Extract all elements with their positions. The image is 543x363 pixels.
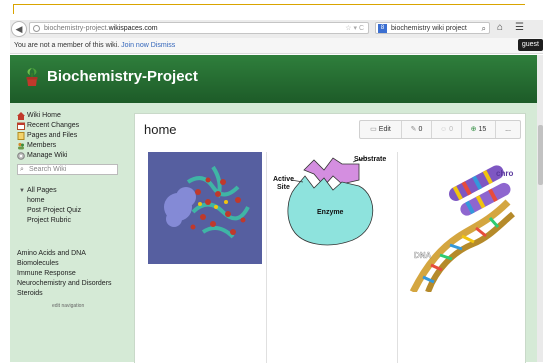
enzyme-image-cell: Substrate Active Site Enzyme [266,152,397,363]
edit-navigation-link[interactable]: edit navigation [17,303,122,309]
sidebar-item-label: Recent Changes [27,122,80,129]
sidebar-item-wiki-home[interactable]: Wiki Home [17,111,122,121]
url-icons[interactable]: ☆ ▾ C [345,23,364,35]
wiki-search-placeholder: Search Wiki [29,166,67,173]
all-pages-toggle[interactable]: ▼ All Pages [17,186,122,196]
search-engine-icon[interactable]: 8 [378,24,387,33]
page-action-bar: ▭ Edit ✎ 0 ☺ 0 ⊕ 15 ... [359,120,521,139]
image-gallery: Substrate Active Site Enzyme chro DNA [145,152,517,363]
sidebar: Wiki Home Recent Changes Pages and Files… [17,111,122,309]
sidebar-item-label: Wiki Home [27,112,61,119]
topic-link[interactable]: Biomolecules [17,259,122,269]
page-link-home[interactable]: home [17,196,122,206]
dna-label: DNA [414,251,432,260]
protein-structure-image [148,152,262,264]
more-button[interactable]: ... [496,121,520,138]
guest-badge[interactable]: guest [517,39,543,51]
sidebar-item-members[interactable]: Members [17,141,122,151]
orange-frame-line-left [13,4,14,14]
edit-label: Edit [378,126,391,133]
membership-text: You are not a member of this wiki. [14,42,120,49]
calendar-icon [17,122,25,130]
content-panel: home ▭ Edit ✎ 0 ☺ 0 ⊕ 15 ... Substrate A… [134,113,526,363]
comment-icon: ✎ [410,126,417,133]
comments-count: 0 [418,126,423,133]
dismiss-link[interactable]: Dismiss [151,42,176,49]
browser-toolbar: ◀ biochemistry-project.wikispaces.com ☆ … [10,20,543,39]
topic-list: Amino Acids and DNA Biomolecules Immune … [17,249,122,299]
join-now-link[interactable]: Join now [121,42,149,49]
url-host: wikispaces.com [108,25,158,32]
wiki-search-input[interactable]: ⌕ Search Wiki [17,164,118,175]
edit-button[interactable]: ▭ Edit [360,121,402,138]
scrollbar-thumb[interactable] [538,125,543,185]
substrate-label: Substrate [354,156,386,163]
search-icon: ⌕ [20,166,24,173]
membership-bar: You are not a member of this wiki. Join … [10,38,543,54]
dna-image-cell: chro DNA [397,152,518,363]
orange-frame-line [13,4,525,5]
enzyme-label: Enzyme [317,209,344,216]
watch-icon: ⊕ [470,126,477,133]
page-link-project-rubric[interactable]: Project Rubric [17,216,122,226]
triangle-down-icon: ▼ [19,188,25,194]
page-scrollbar[interactable] [537,55,543,362]
dna-chromosome-image: chro DNA [409,165,515,292]
manage-icon [17,152,25,160]
back-button[interactable]: ◀ [11,21,27,37]
page-link-post-project-quiz[interactable]: Post Project Quiz [17,206,122,216]
edit-page-icon: ▭ [370,126,377,133]
sidebar-item-manage-wiki[interactable]: Manage Wiki [17,151,122,161]
site-title[interactable]: Biochemistry-Project [47,68,198,85]
site-label: Site [277,184,290,191]
watch-count: 15 [478,126,487,133]
sidebar-item-label: Members [27,142,57,149]
menu-icon[interactable]: ☰ [515,22,524,34]
home-icon [17,112,25,120]
chromosome-label: chro [496,169,513,178]
all-pages-label: All Pages [27,187,57,194]
globe-icon [33,25,40,32]
watch-button[interactable]: ⊕ 15 [462,121,496,138]
topic-link[interactable]: Steroids [17,289,122,299]
sidebar-item-label: Pages and Files [27,132,78,139]
browser-search-input[interactable]: 8 biochemistry wiki project ⌕ [375,22,490,34]
topic-link[interactable]: Neurochemistry and Disorders [17,279,122,289]
topic-link[interactable]: Amino Acids and DNA [17,249,122,259]
home-icon[interactable]: ⌂ [497,22,503,34]
like-button[interactable]: ☺ 0 [432,121,462,138]
protein-image-cell [145,152,265,363]
like-icon: ☺ [439,126,448,133]
page-title: home [144,122,177,137]
enzyme-substrate-image: Substrate Active Site Enzyme [273,156,386,246]
pages-icon [17,132,25,140]
plant-logo-icon [26,68,38,86]
members-icon [18,142,24,150]
active-label: Active [273,176,294,183]
sidebar-item-pages-and-files[interactable]: Pages and Files [17,131,122,141]
likes-count: 0 [449,126,454,133]
sidebar-item-label: Manage Wiki [27,152,68,159]
address-bar[interactable]: biochemistry-project.wikispaces.com ☆ ▾ … [29,22,369,34]
sidebar-item-recent-changes[interactable]: Recent Changes [17,121,122,131]
browser-search-text: biochemistry wiki project [391,25,467,32]
search-icon[interactable]: ⌕ [482,23,486,35]
url-prefix: biochemistry-project. [44,25,109,32]
topic-link[interactable]: Immune Response [17,269,122,279]
comments-button[interactable]: ✎ 0 [402,121,432,138]
site-header: Biochemistry-Project [10,55,543,103]
